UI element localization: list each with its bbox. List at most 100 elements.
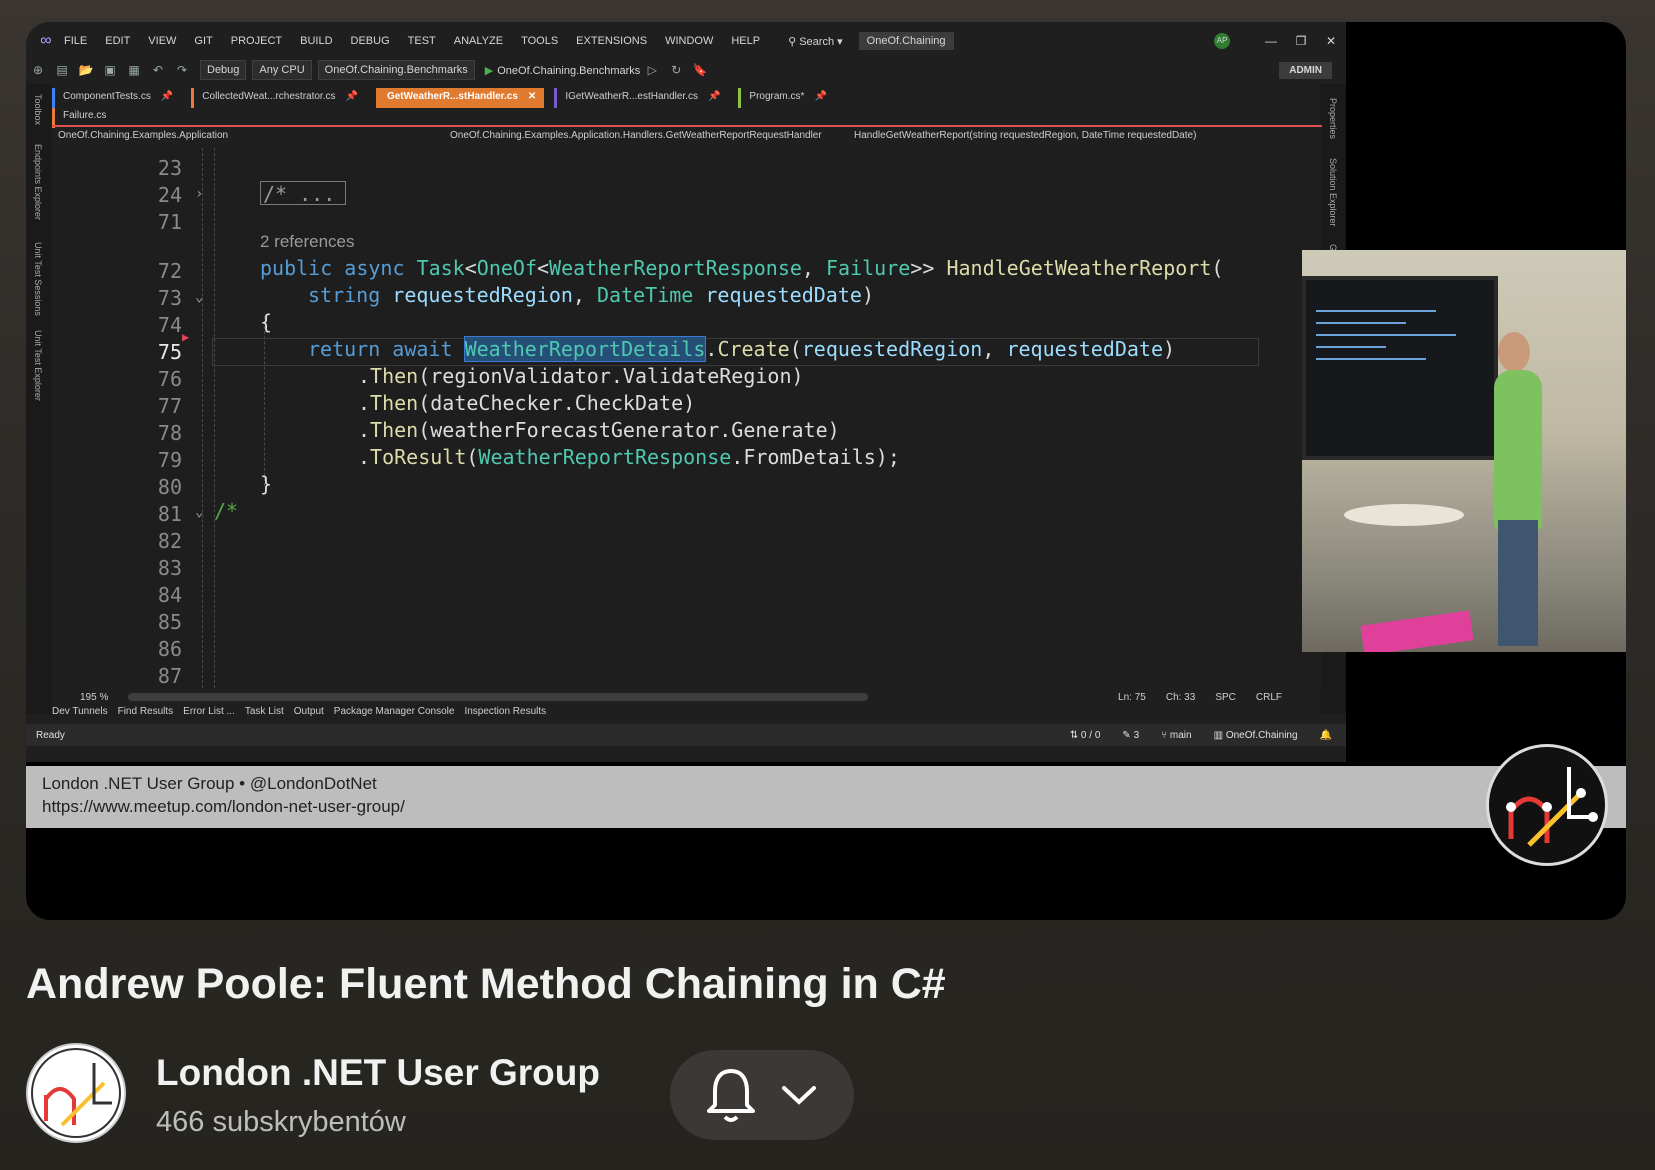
pin-icon[interactable]: 📌 [161, 91, 173, 105]
tab-task-list[interactable]: Task List [245, 706, 284, 724]
branch-selector[interactable]: ⑂ main [1161, 730, 1191, 741]
edits-counter[interactable]: ✎ 3 [1122, 730, 1139, 741]
menu-git[interactable]: GIT [194, 35, 212, 47]
menu-build[interactable]: BUILD [300, 35, 332, 47]
toolbar: ⊕ ▤ 📂 ▣ ▦ ↶ ↷ Debug Any CPU OneOf.Chaini… [26, 56, 1346, 84]
code-token: < [464, 256, 477, 280]
tool-window-tabs: Dev Tunnels Find Results Error List ... … [52, 706, 546, 724]
tab-output[interactable]: Output [294, 706, 324, 724]
code-token: . [358, 391, 371, 415]
whitespace-mode[interactable]: SPC [1215, 692, 1236, 703]
tab-collectedweather[interactable]: CollectedWeat...rchestrator.cs 📌 [191, 88, 366, 108]
project-dropdown[interactable]: OneOf.Chaining.Examples.Application [52, 128, 444, 146]
line-number: 75 [157, 340, 182, 364]
code-lens-references[interactable]: 2 references [260, 232, 355, 252]
selected-token[interactable]: WeatherReportDetails [463, 336, 707, 362]
undo-icon[interactable]: ↶ [149, 63, 167, 77]
avatar[interactable]: AP [1214, 33, 1230, 49]
class-dropdown[interactable]: OneOf.Chaining.Examples.Application.Hand… [444, 128, 848, 146]
subscription-notification-button[interactable] [670, 1050, 854, 1140]
run-button[interactable]: ▶ OneOf.Chaining.Benchmarks [485, 64, 641, 77]
tab-inspection-results[interactable]: Inspection Results [464, 706, 546, 724]
close-icon[interactable]: ✕ [1316, 34, 1346, 48]
channel-name[interactable]: London .NET User Group [156, 1052, 600, 1094]
video-player[interactable]: ∞ FILE EDIT VIEW GIT PROJECT BUILD DEBUG… [26, 22, 1626, 920]
menu-file[interactable]: FILE [64, 35, 87, 47]
menu-project[interactable]: PROJECT [231, 35, 282, 47]
horizontal-scrollbar[interactable] [128, 693, 869, 701]
zoom-level[interactable]: 195 % [80, 692, 108, 703]
save-all-icon[interactable]: ▦ [125, 63, 143, 77]
bookmark-icon[interactable]: 🔖 [691, 63, 709, 77]
member-dropdown[interactable]: HandleGetWeatherReport(string requestedR… [848, 128, 1202, 146]
search-box[interactable]: ⚲ Search ▾ [788, 35, 843, 48]
repo-selector[interactable]: ▥ OneOf.Chaining [1214, 730, 1298, 741]
menu-tools[interactable]: TOOLS [521, 35, 558, 47]
tab-package-manager-console[interactable]: Package Manager Console [334, 706, 455, 724]
visual-studio-logo-icon: ∞ [40, 32, 52, 49]
save-icon[interactable]: ▣ [101, 63, 119, 77]
redo-icon[interactable]: ↷ [173, 63, 191, 77]
start-without-debug-icon[interactable]: ▷ [643, 63, 661, 77]
channel-avatar[interactable] [26, 1043, 126, 1143]
tab-componenttests[interactable]: ComponentTests.cs 📌 [52, 88, 181, 108]
open-icon[interactable]: 📂 [77, 63, 95, 77]
menu-window[interactable]: WINDOW [665, 35, 713, 47]
presentation-screen [1302, 276, 1498, 460]
menu-debug[interactable]: DEBUG [351, 35, 390, 47]
menu-edit[interactable]: EDIT [105, 35, 130, 47]
menu-test[interactable]: TEST [408, 35, 436, 47]
admin-badge: ADMIN [1279, 61, 1332, 79]
back-icon[interactable]: ⊕ [29, 63, 47, 77]
pin-icon[interactable]: 📌 [814, 91, 826, 105]
tab-find-results[interactable]: Find Results [118, 706, 174, 724]
code-editor[interactable]: 23 24 71 72 73 74 75 76 77 78 79 80 81 8… [52, 148, 1322, 688]
pin-icon[interactable]: 📌 [708, 91, 720, 105]
git-changes-count: 0 / 0 [1080, 729, 1101, 741]
platform-dropdown[interactable]: Any CPU [252, 60, 312, 80]
code-token: (regionValidator.ValidateRegion) [418, 364, 804, 388]
code-token: ( [466, 445, 479, 469]
code-token: Failure [826, 256, 911, 280]
tab-getweatherhandler[interactable]: GetWeatherR...stHandler.cs ✕ [375, 88, 545, 108]
solution-explorer-tab[interactable]: Solution Explorer [1328, 158, 1338, 227]
startup-project-dropdown[interactable]: OneOf.Chaining.Benchmarks [317, 60, 475, 80]
ide-window: ∞ FILE EDIT VIEW GIT PROJECT BUILD DEBUG… [26, 22, 1346, 762]
unit-test-explorer-tab[interactable]: Unit Test Explorer [33, 330, 43, 401]
tab-program[interactable]: Program.cs* 📌 [738, 88, 834, 108]
speaker-head [1498, 332, 1530, 372]
refresh-icon[interactable]: ↻ [667, 63, 685, 77]
close-tab-icon[interactable]: ✕ [528, 91, 536, 105]
dotnet-user-group-logo-icon [1486, 744, 1608, 866]
code-token: ) [1163, 337, 1176, 361]
restore-icon[interactable]: ❐ [1286, 34, 1316, 48]
unit-test-sessions-tab[interactable]: Unit Test Sessions [33, 242, 43, 316]
minimize-icon[interactable]: — [1256, 34, 1286, 48]
line-number: 86 [157, 637, 182, 661]
tab-dev-tunnels[interactable]: Dev Tunnels [52, 706, 108, 724]
menu-help[interactable]: HELP [731, 35, 760, 47]
code-line-76: .Then(regionValidator.ValidateRegion) [358, 364, 804, 388]
line-ending-mode[interactable]: CRLF [1256, 692, 1282, 703]
line-number: 74 [157, 313, 182, 337]
collapsed-region[interactable]: /* ... [260, 181, 346, 206]
config-dropdown[interactable]: Debug [200, 60, 247, 80]
git-changes-counter[interactable]: ⇅ 0 / 0 [1070, 730, 1101, 741]
notifications-icon[interactable]: 🔔 [1320, 730, 1332, 741]
menu-analyze[interactable]: ANALYZE [454, 35, 503, 47]
code-token: requestedDate [1006, 337, 1163, 361]
line-number: 76 [157, 367, 182, 391]
endpoints-explorer-tab[interactable]: Endpoints Explorer [33, 144, 43, 220]
menu-extensions[interactable]: EXTENSIONS [576, 35, 647, 47]
new-item-icon[interactable]: ▤ [53, 63, 71, 77]
subscriber-count: 466 subskrybentów [156, 1106, 406, 1138]
tab-error-list[interactable]: Error List ... [183, 706, 235, 724]
tab-igetweatherhandler[interactable]: IGetWeatherR...estHandler.cs 📌 [554, 88, 728, 108]
pin-icon[interactable]: 📌 [345, 91, 357, 105]
line-number: 85 [157, 610, 182, 634]
breakpoint-marker-icon[interactable]: ▶ [182, 330, 189, 344]
menu-view[interactable]: VIEW [148, 35, 176, 47]
code-token: requestedRegion [392, 283, 573, 307]
toolbox-tab[interactable]: Toolbox [33, 94, 43, 125]
properties-tab[interactable]: Properties [1328, 98, 1338, 139]
